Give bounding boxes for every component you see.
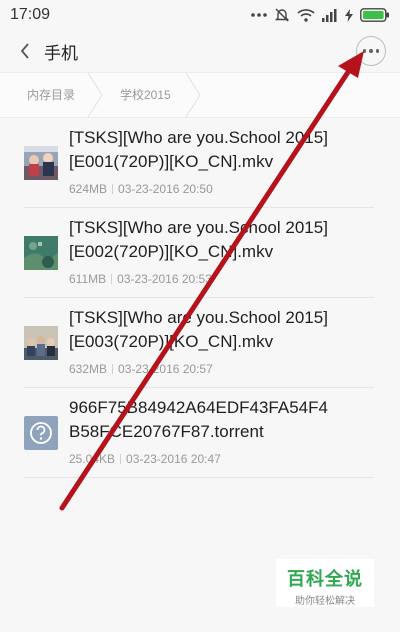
status-time: 17:09 bbox=[10, 6, 51, 23]
file-date: 03-23-2016 20:47 bbox=[126, 452, 221, 466]
file-name: [TSKS][Who are you.School 2015] [E001(72… bbox=[69, 128, 328, 171]
watermark-subtitle: 助你轻松解决 bbox=[295, 596, 355, 607]
meta-divider bbox=[112, 364, 114, 374]
more-options-button[interactable] bbox=[356, 36, 386, 66]
file-date: 03-23-2016 20:53 bbox=[117, 272, 212, 286]
breadcrumb-item-root[interactable]: 内存目录 bbox=[27, 73, 75, 117]
title-bar: 手机 bbox=[0, 30, 400, 72]
status-bar: 17:09 bbox=[0, 0, 400, 30]
file-name: [TSKS][Who are you.School 2015] [E003(72… bbox=[69, 308, 328, 351]
file-list-item[interactable]: [TSKS][Who are you.School 2015] [E003(72… bbox=[24, 298, 374, 388]
video-thumbnail bbox=[24, 146, 58, 180]
file-size: 624MB bbox=[69, 182, 108, 196]
file-meta: 632MB 03-23-2016 20:57 bbox=[69, 362, 213, 376]
more-dot bbox=[369, 49, 373, 53]
file-meta: 611MB 03-23-2016 20:53 bbox=[69, 272, 212, 286]
file-list-item[interactable]: [TSKS][Who are you.School 2015] [E001(72… bbox=[24, 118, 374, 208]
charging-icon bbox=[345, 8, 353, 22]
back-button[interactable] bbox=[6, 30, 44, 72]
file-date: 03-23-2016 20:50 bbox=[118, 182, 213, 196]
video-thumbnail bbox=[24, 236, 58, 270]
meta-divider bbox=[111, 274, 113, 284]
breadcrumb-item-current[interactable]: 学校2015 bbox=[120, 73, 171, 117]
watermark-logo: 百科全说 助你轻松解决 bbox=[276, 559, 374, 607]
file-list-item[interactable]: [TSKS][Who are you.School 2015] [E002(72… bbox=[24, 208, 374, 298]
video-thumbnail bbox=[24, 326, 58, 360]
more-dot bbox=[362, 49, 367, 53]
file-list-item[interactable]: 966F75B84942A64EDF43FA54F4 B58FCE20767F8… bbox=[24, 388, 374, 478]
file-date: 03-23-2016 20:57 bbox=[118, 362, 213, 376]
breadcrumb-separator bbox=[185, 73, 201, 117]
watermark-title: 百科全说 bbox=[287, 569, 363, 589]
more-dot bbox=[375, 49, 380, 53]
more-notifications-icon bbox=[251, 12, 267, 18]
status-icons bbox=[251, 7, 390, 23]
battery-icon bbox=[360, 8, 390, 22]
file-meta: 25.04KB 03-23-2016 20:47 bbox=[69, 452, 221, 466]
mute-icon bbox=[274, 7, 290, 23]
file-name: 966F75B84942A64EDF43FA54F4 B58FCE20767F8… bbox=[69, 398, 328, 441]
unknown-file-icon bbox=[24, 416, 58, 450]
breadcrumb: 内存目录 学校2015 bbox=[0, 72, 400, 118]
meta-divider bbox=[112, 184, 114, 194]
file-size: 611MB bbox=[69, 272, 107, 286]
chevron-left-icon bbox=[20, 43, 29, 59]
file-meta: 624MB 03-23-2016 20:50 bbox=[69, 182, 213, 196]
breadcrumb-separator bbox=[87, 73, 103, 117]
signal-icon bbox=[322, 8, 338, 22]
file-size: 25.04KB bbox=[69, 452, 116, 466]
page-title: 手机 bbox=[44, 43, 78, 63]
wifi-icon bbox=[297, 8, 315, 22]
file-size: 632MB bbox=[69, 362, 108, 376]
meta-divider bbox=[120, 454, 122, 464]
file-name: [TSKS][Who are you.School 2015] [E002(72… bbox=[69, 218, 328, 261]
